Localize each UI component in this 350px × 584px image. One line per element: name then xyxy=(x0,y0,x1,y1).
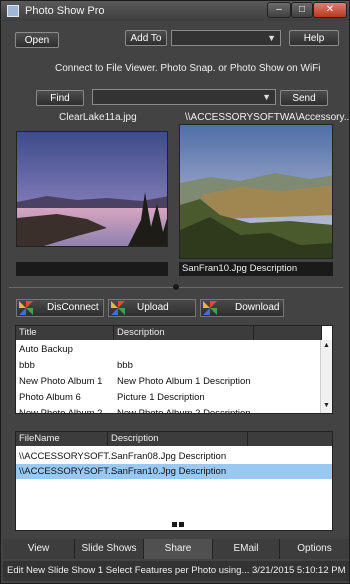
files-grid[interactable]: FileName Description \\ACCESSORYSOFT... S… xyxy=(15,431,333,531)
divider-handle[interactable] xyxy=(173,284,179,290)
albums-grid[interactable]: Title Description Auto Backup bbb bbb New… xyxy=(15,325,333,414)
device-combo[interactable]: ▼ xyxy=(92,89,276,105)
app-icon xyxy=(7,5,19,17)
left-photo-description[interactable] xyxy=(16,262,168,276)
open-button[interactable]: Open xyxy=(15,32,59,48)
pinwheel-icon xyxy=(19,301,33,315)
disconnect-button[interactable]: DisConnect xyxy=(16,299,104,317)
find-button[interactable]: Find xyxy=(36,90,84,106)
table-row[interactable]: New Photo Album 2 New Photo Album 2 Descr… xyxy=(16,406,322,413)
column-header-description[interactable]: Description xyxy=(114,326,254,340)
disconnect-label: DisConnect xyxy=(47,302,99,313)
send-button[interactable]: Send xyxy=(280,90,328,106)
tab-email[interactable]: EMail xyxy=(213,539,280,559)
download-button[interactable]: Download xyxy=(200,299,284,317)
hills-landscape-image xyxy=(180,125,332,258)
upload-button[interactable]: Upload xyxy=(108,299,196,317)
add-to-button[interactable]: Add To xyxy=(125,30,167,46)
left-photo-name: ClearLake11a.jpg xyxy=(59,112,137,123)
column-header-description[interactable]: Description xyxy=(108,432,248,446)
right-photo[interactable] xyxy=(179,124,333,259)
left-photo[interactable] xyxy=(16,131,168,247)
right-photo-description[interactable]: SanFran10.Jpg Description xyxy=(179,262,333,276)
chevron-down-icon: ▼ xyxy=(262,92,271,102)
upload-label: Upload xyxy=(137,302,169,313)
column-header-filename[interactable]: FileName xyxy=(16,432,108,446)
window-title: Photo Show Pro xyxy=(25,5,105,17)
table-row[interactable]: New Photo Album 1 New Photo Album 1 Descr… xyxy=(16,374,322,389)
column-header-filler xyxy=(254,326,322,340)
maximize-button[interactable]: □ xyxy=(291,2,313,18)
pinwheel-icon xyxy=(111,301,125,315)
column-header-title[interactable]: Title xyxy=(16,326,114,340)
right-photo-name: \\ACCESSORYSOFTWA\Accessory... xyxy=(185,112,350,123)
tab-view[interactable]: View xyxy=(3,539,75,559)
title-bar[interactable]: Photo Show Pro – □ ✕ xyxy=(1,1,349,21)
bottom-tab-bar: View Slide Shows Share EMail Options xyxy=(3,539,349,559)
close-button[interactable]: ✕ xyxy=(313,2,347,18)
chevron-down-icon: ▼ xyxy=(267,33,276,43)
connect-instructions: Connect to File Viewer. Photo Snap. or P… xyxy=(55,63,321,74)
app-window: Photo Show Pro – □ ✕ Open Add To ▼ Help … xyxy=(0,0,350,584)
tab-slide-shows[interactable]: Slide Shows xyxy=(75,539,144,559)
status-bar: Edit New Slide Show 1 Select Features pe… xyxy=(3,561,349,581)
file-row[interactable]: \\ACCESSORYSOFT... SanFran08.Jpg Descript… xyxy=(16,449,332,464)
tab-share[interactable]: Share xyxy=(144,539,213,559)
page-indicator-3[interactable] xyxy=(179,522,184,527)
minimize-button[interactable]: – xyxy=(267,2,291,18)
page-indicator-1[interactable] xyxy=(165,522,170,527)
pinwheel-icon xyxy=(203,301,217,315)
add-to-combo[interactable]: ▼ xyxy=(171,30,281,46)
help-button[interactable]: Help xyxy=(289,30,339,46)
column-header-filler xyxy=(248,432,332,446)
files-header: FileName Description xyxy=(16,432,332,446)
albums-header: Title Description xyxy=(16,326,322,340)
table-row[interactable]: Photo Album 6 Picture 1 Description xyxy=(16,390,322,405)
download-label: Download xyxy=(235,302,280,313)
file-row-selected[interactable]: \\ACCESSORYSOFT... SanFran10.Jpg Descript… xyxy=(16,464,332,479)
lake-landscape-image xyxy=(17,132,167,246)
scroll-up-icon[interactable]: ▲ xyxy=(322,342,331,349)
scroll-down-icon[interactable]: ▼ xyxy=(322,402,331,409)
tab-options[interactable]: Options xyxy=(280,539,349,559)
albums-scrollbar[interactable]: ▲ ▼ xyxy=(320,340,332,413)
table-row[interactable]: Auto Backup xyxy=(16,342,322,357)
table-row[interactable]: bbb bbb xyxy=(16,358,322,373)
page-indicator-2[interactable] xyxy=(172,522,177,527)
